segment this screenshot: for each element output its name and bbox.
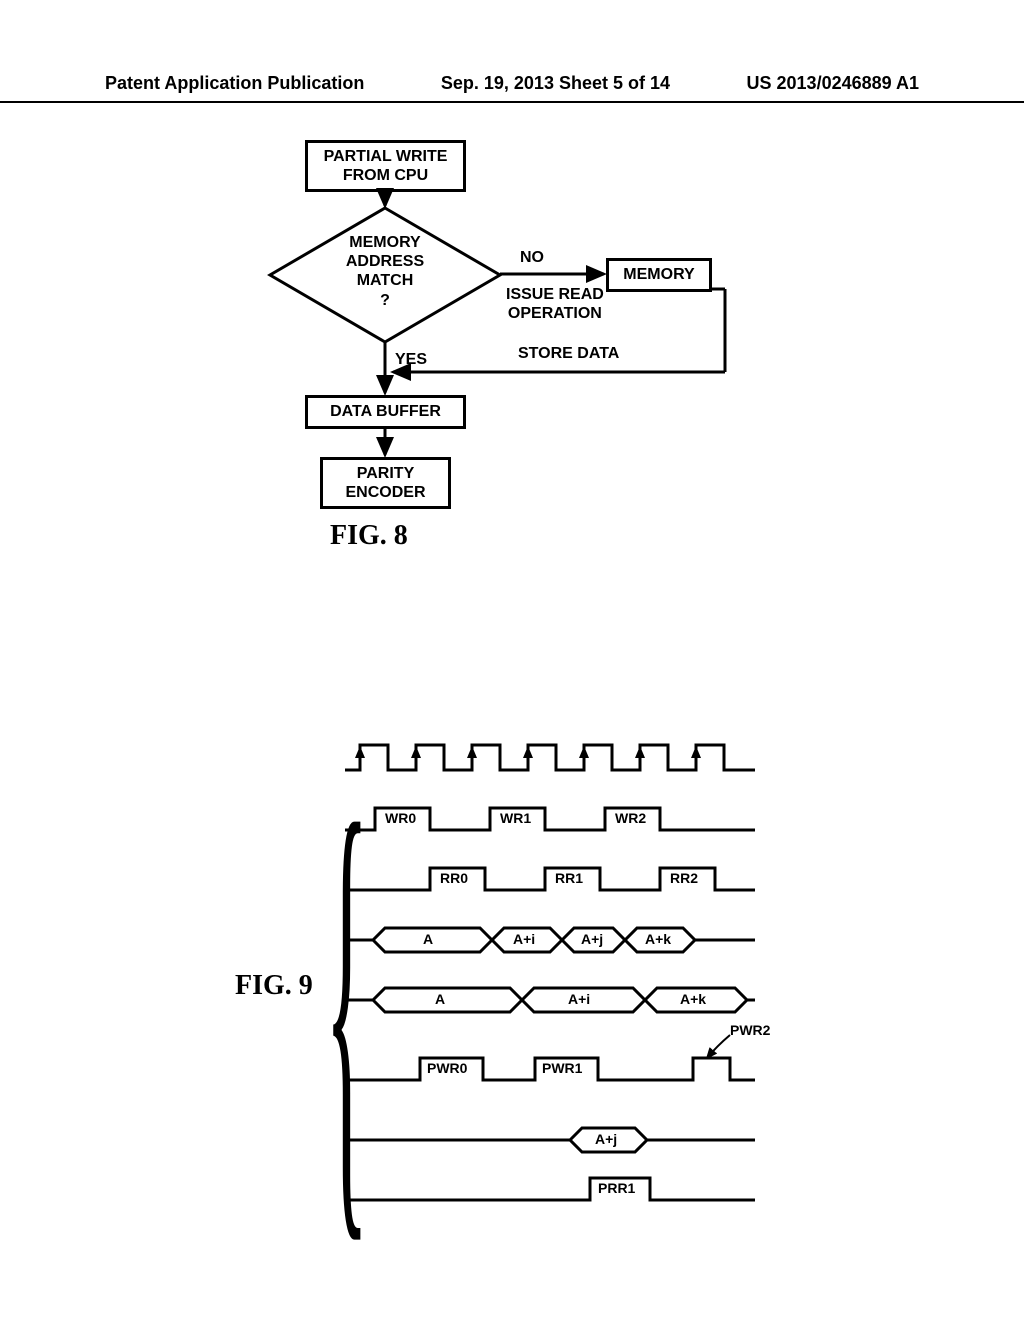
- label-pwr1: PWR1: [542, 1060, 582, 1076]
- fig8-arrows: [280, 140, 780, 540]
- label-a-2: A: [435, 991, 445, 1007]
- label-aj-2: A+j: [595, 1131, 617, 1147]
- header-right: US 2013/0246889 A1: [747, 73, 919, 94]
- label-rr1: RR1: [555, 870, 583, 886]
- fig8-caption: FIG. 8: [330, 520, 408, 552]
- label-a-1: A: [423, 931, 433, 947]
- label-ak-1: A+k: [645, 931, 671, 947]
- label-aj-1: A+j: [581, 931, 603, 947]
- page-header: Patent Application Publication Sep. 19, …: [0, 73, 1024, 103]
- figure-9: WR0 WR1 WR2 RR0 RR1 RR2 A A+i A+j A+k A …: [335, 740, 775, 1250]
- label-rr0: RR0: [440, 870, 468, 886]
- label-ai-2: A+i: [568, 991, 590, 1007]
- header-center: Sep. 19, 2013 Sheet 5 of 14: [441, 73, 670, 94]
- figure-8: PARTIAL WRITE FROM CPU MEMORY ADDRESS MA…: [280, 140, 780, 570]
- label-wr0: WR0: [385, 810, 416, 826]
- label-ai-1: A+i: [513, 931, 535, 947]
- label-pwr2: PWR2: [730, 1022, 770, 1038]
- label-pwr0: PWR0: [427, 1060, 467, 1076]
- label-wr1: WR1: [500, 810, 531, 826]
- label-wr2: WR2: [615, 810, 646, 826]
- header-left: Patent Application Publication: [105, 73, 364, 94]
- label-ak-2: A+k: [680, 991, 706, 1007]
- label-prr1: PRR1: [598, 1180, 635, 1196]
- label-rr2: RR2: [670, 870, 698, 886]
- fig9-caption: FIG. 9: [235, 970, 313, 1002]
